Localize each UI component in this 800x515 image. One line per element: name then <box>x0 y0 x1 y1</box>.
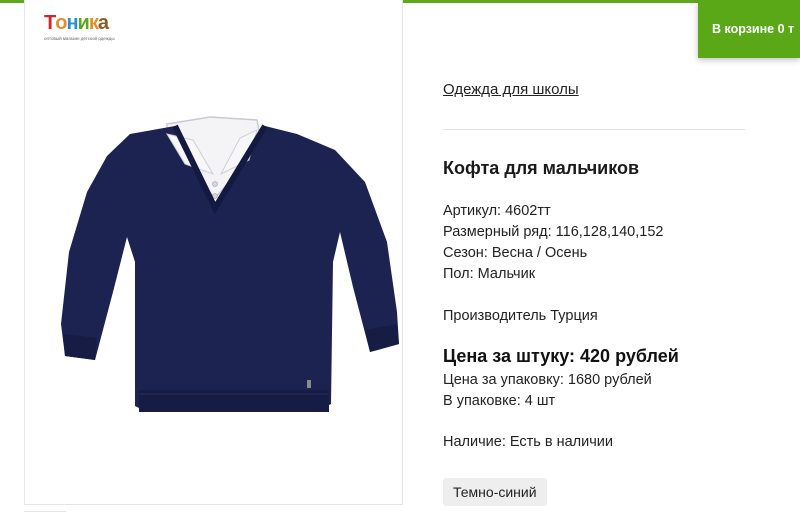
product-manufacturer: Производитель Турция <box>443 308 598 324</box>
site-logo[interactable]: Тоника оптовый магазин детской одежды <box>44 12 144 46</box>
price-per-pack: Цена за упаковку: 1680 рублей <box>443 372 652 388</box>
cart-button[interactable]: В корзине 0 т <box>698 0 800 58</box>
product-gender: Пол: Мальчик <box>443 266 536 282</box>
product-article: Артикул: 4602тт <box>443 203 551 219</box>
product-title: Кофта для мальчиков <box>443 158 640 178</box>
logo-wordmark: Тоника <box>44 12 109 34</box>
cart-label: В корзине 0 т <box>712 22 795 36</box>
color-option-label: Темно-синий <box>453 484 537 500</box>
availability-status: Наличие: Есть в наличии <box>443 434 613 450</box>
breadcrumb-category-link[interactable]: Одежда для школы <box>443 81 579 98</box>
price-per-unit: Цена за штуку: 420 рублей <box>443 346 679 366</box>
divider <box>443 129 745 130</box>
sweater-icon[interactable] <box>35 112 400 432</box>
product-sizes: Размерный ряд: 116,128,140,152 <box>443 224 664 240</box>
color-option-button[interactable]: Темно-синий <box>443 478 547 506</box>
pack-count: В упаковке: 4 шт <box>443 393 556 409</box>
logo-subtitle: оптовый магазин детской одежды <box>44 36 115 41</box>
thumbnail-strip[interactable] <box>24 511 66 515</box>
product-season: Сезон: Весна / Осень <box>443 245 588 261</box>
